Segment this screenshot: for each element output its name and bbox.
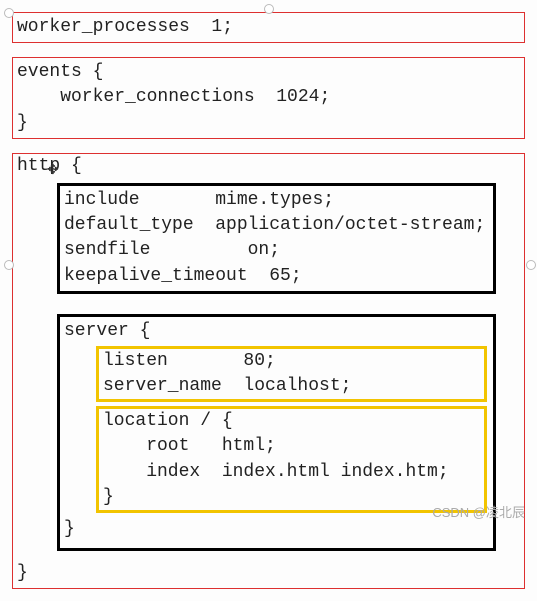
worker-processes-line: worker_processes 1; xyxy=(17,15,520,40)
http-block: http { include mime.types; default_type … xyxy=(12,153,525,590)
server-block: server { listen 80; server_name localhos… xyxy=(57,314,496,552)
events-open: events { xyxy=(17,60,520,85)
server-close: } xyxy=(64,517,489,542)
server-listen-block: listen 80; server_name localhost; xyxy=(96,346,487,402)
events-close: } xyxy=(17,111,520,136)
http-open: http { xyxy=(17,154,520,179)
http-directives: include mime.types; default_type applica… xyxy=(64,188,489,289)
server-listen-lines: listen 80; server_name localhost; xyxy=(103,349,480,399)
server-location-lines: location / { root html; index index.html… xyxy=(103,409,480,510)
watermark: CSDN @凌北辰 xyxy=(432,504,525,522)
events-body: worker_connections 1024; xyxy=(17,85,520,110)
http-close: } xyxy=(17,561,520,586)
server-location-block: location / { root html; index index.html… xyxy=(96,406,487,513)
server-open: server { xyxy=(64,319,489,344)
events-block: events { worker_connections 1024; } xyxy=(12,57,525,139)
worker-processes-block: worker_processes 1; xyxy=(12,12,525,43)
http-directives-block: include mime.types; default_type applica… xyxy=(57,183,496,294)
